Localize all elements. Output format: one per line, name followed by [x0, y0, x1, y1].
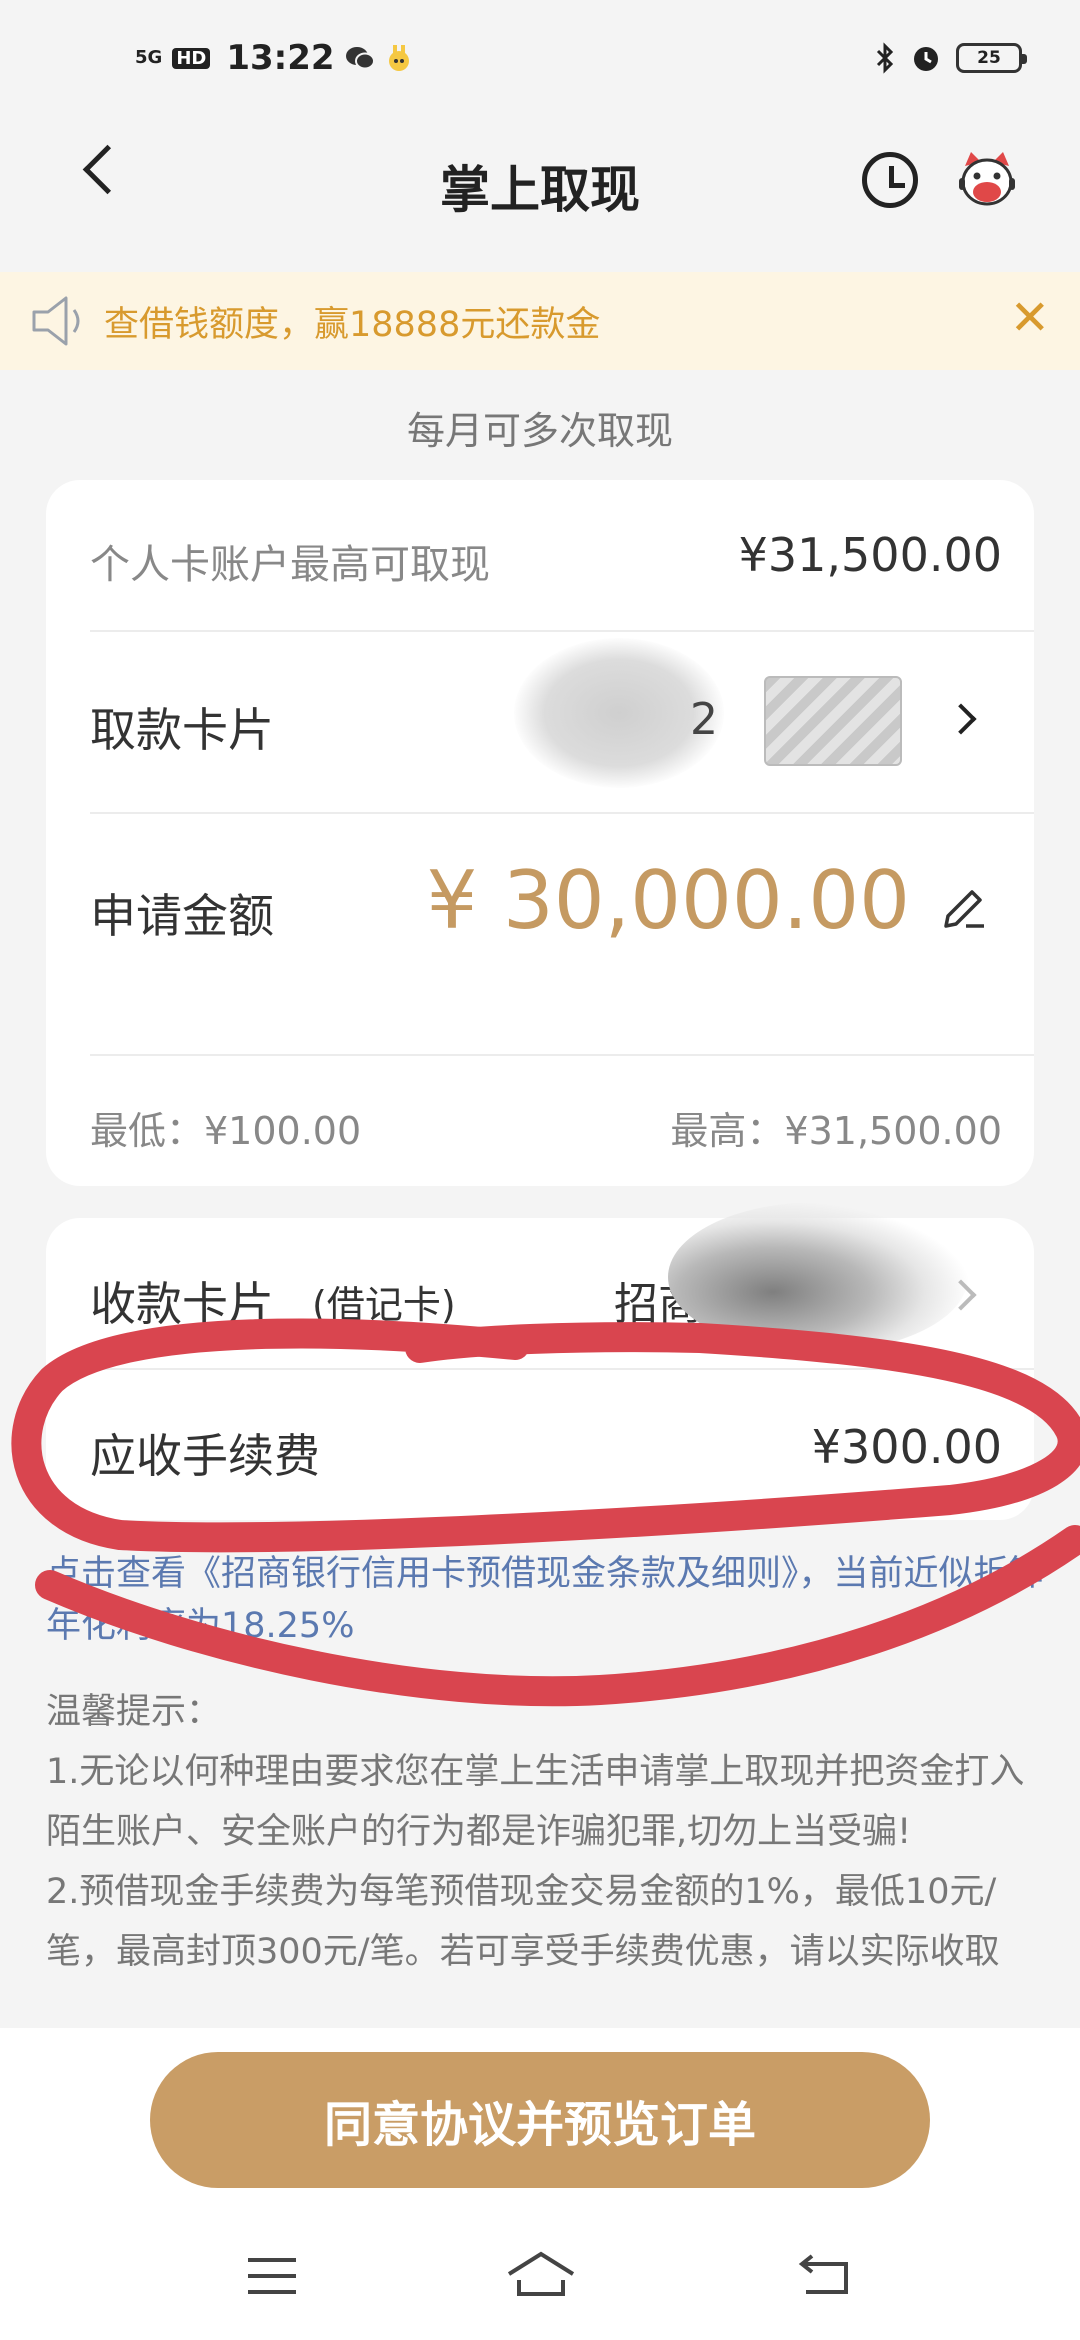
fee-value: ¥300.00 [811, 1420, 1002, 1474]
chevron-right-icon [945, 703, 977, 735]
tips-title: 温馨提示： [46, 1692, 222, 1732]
history-clock-icon[interactable] [862, 152, 918, 208]
tips-section: 温馨提示： 1.无论以何种理由要求您在掌上生活申请掌上取现并把资金打入陌生账户、… [46, 1682, 1036, 1982]
card-number-digit: 2 [690, 694, 718, 745]
tips-item-2: 2.预借现金手续费为每笔预借现金交易金额的1%，最低10元/笔，最高封顶300元… [46, 1872, 1000, 1972]
amount-row[interactable]: 申请金额 ¥ 30,000.00 [46, 814, 1034, 1004]
withdraw-card-row[interactable]: 取款卡片 2 [46, 632, 1034, 812]
customer-service-mascot-icon[interactable] [955, 148, 1019, 212]
status-left: 5G HD 13:22 [135, 38, 413, 78]
app-notification-icon [388, 45, 409, 71]
status-bar: 5G HD 13:22 25 [0, 0, 1080, 110]
agree-preview-order-button[interactable]: 同意协议并预览订单 [150, 2052, 930, 2188]
withdraw-card-panel: 个人卡账户最高可取现 ¥31,500.00 取款卡片 2 申请金额 ¥ 30,0… [46, 480, 1034, 1186]
promo-notice-bar[interactable]: 查借钱额度，赢18888元还款金 ✕ [0, 272, 1080, 370]
receive-card-label: 收款卡片 [90, 1277, 274, 1331]
alarm-icon [914, 47, 938, 71]
credit-card-thumbnail [764, 676, 902, 766]
edit-pencil-icon[interactable] [938, 882, 990, 934]
bluetooth-icon [876, 42, 894, 74]
max-withdraw-value: ¥31,500.00 [738, 528, 1002, 582]
divider [90, 1054, 1034, 1056]
network-indicator: 5G [135, 47, 163, 68]
receive-card-panel: 收款卡片 (借记卡) 招商银 应收手续费 ¥300.00 [46, 1202, 1034, 1520]
header: 掌上取现 [0, 110, 1080, 260]
amount-label: 申请金额 [90, 889, 274, 943]
battery-indicator: 25 [956, 43, 1027, 73]
fee-label: 应收手续费 [90, 1429, 320, 1483]
status-right: 25 [874, 42, 1027, 74]
receive-card-type: (借记卡) [312, 1283, 456, 1327]
withdraw-card-label: 取款卡片 [90, 703, 274, 757]
receive-card-row[interactable]: 收款卡片 (借记卡) 招商银 [46, 1202, 1034, 1368]
page-title: 掌上取现 [440, 161, 640, 219]
subtitle: 每月可多次取现 [406, 409, 673, 453]
divider [90, 1368, 1034, 1370]
notice-text: 查借钱额度，赢18888元还款金 [104, 305, 601, 345]
wechat-icon [345, 47, 375, 70]
home-nav-icon[interactable] [505, 2250, 577, 2298]
tips-item-1: 1.无论以何种理由要求您在掌上生活申请掌上取现并把资金打入陌生账户、安全账户的行… [46, 1752, 1025, 1852]
close-icon[interactable]: ✕ [1010, 290, 1050, 346]
status-time: 13:22 [226, 38, 335, 78]
redacted-account [668, 1202, 968, 1352]
back-nav-icon[interactable] [798, 2252, 852, 2296]
min-amount-text: 最低：¥100.00 [90, 1109, 362, 1153]
speaker-icon [32, 296, 80, 346]
max-withdraw-label: 个人卡账户最高可取现 [90, 542, 490, 588]
max-amount-text: 最高：¥31,500.00 [670, 1109, 1002, 1153]
menu-nav-icon[interactable] [248, 2258, 296, 2294]
terms-link[interactable]: 点击查看《招商银行信用卡预借现金条款及细则》，当前近似折算年化利率为18.25% [46, 1548, 1046, 1652]
tips-item-2-container: 2.预借现金手续费为每笔预借现金交易金额的1%，最低10元/笔，最高封顶300元… [46, 1862, 1036, 1982]
hd-badge: HD [172, 47, 211, 69]
amount-value: ¥ 30,000.00 [426, 854, 910, 947]
